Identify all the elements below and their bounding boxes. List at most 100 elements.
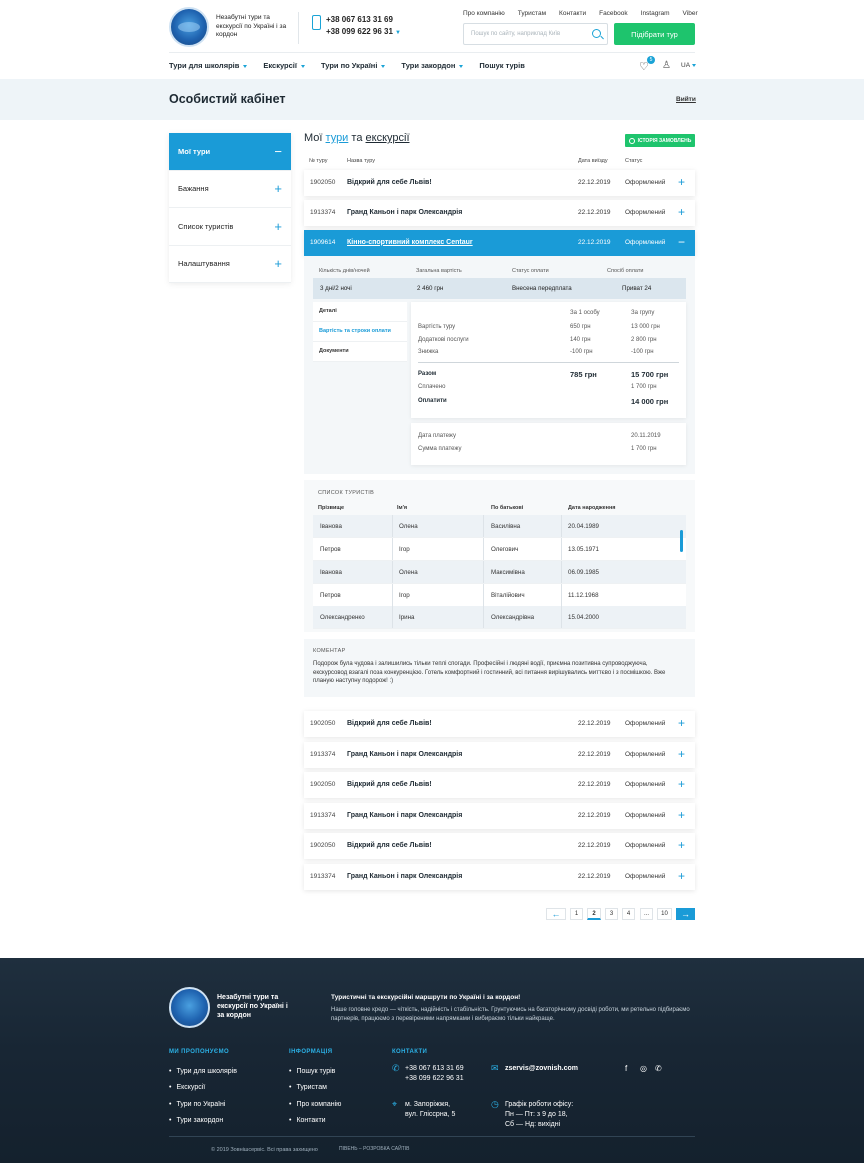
plus-icon[interactable]: + bbox=[678, 808, 685, 822]
footer-email[interactable]: zservis@zovnish.com bbox=[505, 1064, 578, 1074]
main-nav: Тури для школярів Екскурсії Тури по Укра… bbox=[169, 61, 525, 70]
nav-item-ukraine[interactable]: Тури по Україні bbox=[321, 61, 386, 70]
footer-logo[interactable] bbox=[169, 987, 210, 1028]
logout-link[interactable]: Вийти bbox=[676, 96, 696, 103]
tab-documents[interactable]: Документи bbox=[313, 342, 407, 362]
tourist-row[interactable]: Петров Ігор Олегович 13.05.1971 bbox=[313, 538, 686, 561]
summary-value: 3 дні/2 ночі bbox=[320, 285, 352, 292]
tour-row[interactable]: 1902050 Відкрий для себе Львів! 22.12.2019… bbox=[304, 833, 695, 859]
tours-link[interactable]: тури bbox=[326, 132, 349, 144]
logo[interactable] bbox=[169, 7, 209, 47]
footer-link[interactable]: Тури для школярів bbox=[169, 1068, 237, 1075]
footer-link[interactable]: Про компанію bbox=[289, 1101, 341, 1108]
tour-date: 22.12.2019 bbox=[578, 179, 611, 186]
summary-value: 2 460 грн bbox=[417, 285, 444, 292]
nav-item-school[interactable]: Тури для школярів bbox=[169, 61, 248, 70]
plus-icon: + bbox=[274, 181, 282, 197]
page-2[interactable]: 2 bbox=[587, 908, 601, 920]
footer-link[interactable]: Пошук турів bbox=[289, 1068, 335, 1075]
phone-1[interactable]: +38 067 613 31 69 bbox=[326, 14, 401, 26]
tab-price[interactable]: Вартість та строки оплати bbox=[313, 322, 407, 342]
top-link-contacts[interactable]: Контакти bbox=[559, 10, 586, 17]
excursions-link[interactable]: екскурсії bbox=[366, 132, 410, 144]
tour-name[interactable]: Кінно-спортивний комплекс Centaur bbox=[347, 239, 473, 246]
plus-icon[interactable]: + bbox=[678, 747, 685, 761]
order-history-button[interactable]: ІСТОРІЯ ЗАМОВЛЕНЬ bbox=[625, 134, 695, 147]
user-icon[interactable]: ♙ bbox=[662, 60, 671, 71]
pay-sum-label: Сумма платежу bbox=[418, 446, 462, 452]
price-label: Вартість туру bbox=[418, 324, 456, 330]
plus-icon[interactable]: + bbox=[678, 869, 685, 883]
tour-status: Оформлений bbox=[625, 239, 666, 246]
viber-icon[interactable]: ✆ bbox=[655, 1064, 662, 1073]
footer-phone-1[interactable]: +38 067 613 31 69 bbox=[405, 1064, 464, 1074]
developer-link[interactable]: ПІВЕНЬ – РОЗРОБКА САЙТІВ bbox=[339, 1146, 409, 1152]
comment-title: КОМЕНТАР bbox=[313, 648, 346, 654]
prev-page-arrow-icon[interactable]: ← bbox=[546, 908, 566, 920]
sidebar-item-my-tours[interactable]: Мої тури − bbox=[169, 133, 291, 171]
search-input[interactable]: Пошук по сайту, наприклад Київ bbox=[463, 23, 608, 45]
footer-address: м. Запоріжжя, вул. Гліссрна, 5 bbox=[405, 1101, 456, 1119]
col-header-status: Статус bbox=[625, 158, 643, 164]
plus-icon[interactable]: + bbox=[678, 777, 685, 791]
footer-link[interactable]: Тури закордон bbox=[169, 1117, 223, 1124]
page-4[interactable]: 4 bbox=[622, 908, 635, 920]
tourist-row[interactable]: Іванова Олена Василівна 20.04.1989 bbox=[313, 515, 686, 538]
tourist-col-header: Ім'я bbox=[397, 505, 408, 511]
footer-link[interactable]: Тури по Україні bbox=[169, 1101, 225, 1108]
tour-row[interactable]: 1913374 Гранд Каньон і парк Олександрія 22… bbox=[304, 803, 695, 829]
page-10[interactable]: 10 bbox=[657, 908, 672, 920]
footer-link[interactable]: Контакти bbox=[289, 1117, 325, 1124]
plus-icon[interactable]: + bbox=[678, 175, 685, 189]
footer-phone-2[interactable]: +38 099 622 96 31 bbox=[405, 1074, 464, 1084]
tour-row[interactable]: 1913374 Гранд Каньон і парк Олександрія 22… bbox=[304, 864, 695, 890]
scrollbar[interactable] bbox=[680, 530, 683, 552]
tour-row[interactable]: 1902050 Відкрий для себе Львів! 22.12.20… bbox=[304, 170, 695, 196]
tab-details[interactable]: Деталі bbox=[313, 302, 407, 322]
top-link-facebook[interactable]: Facebook bbox=[599, 10, 628, 17]
instagram-icon[interactable]: ◎ bbox=[640, 1064, 647, 1073]
nav-item-search[interactable]: Пошук турів bbox=[479, 61, 524, 70]
page-1[interactable]: 1 bbox=[570, 908, 583, 920]
wishlist-badge: 5 bbox=[647, 56, 655, 64]
sidebar-item-tourists[interactable]: Список туристів + bbox=[169, 208, 291, 246]
tour-row[interactable]: 1913374 Гранд Каньон і парк Олександрія 22… bbox=[304, 742, 695, 768]
chevron-down-icon[interactable]: ▼ bbox=[395, 30, 401, 36]
tour-row[interactable]: 1902050 Відкрий для себе Львів! 22.12.2019… bbox=[304, 772, 695, 798]
phone-2[interactable]: +38 099 622 96 31 bbox=[326, 27, 393, 36]
sidebar-item-settings[interactable]: Налаштування + bbox=[169, 246, 291, 283]
tourist-row[interactable]: Іванова Олена Максимівна 06.09.1985 bbox=[313, 561, 686, 584]
pay-date-label: Дата платежу bbox=[418, 433, 456, 439]
footer-link[interactable]: Туристам bbox=[289, 1084, 326, 1091]
top-link-viber[interactable]: Viber bbox=[683, 10, 698, 17]
tour-row-expanded[interactable]: 1909614 Кінно-спортивний комплекс Centau… bbox=[304, 230, 695, 256]
plus-icon[interactable]: + bbox=[678, 205, 685, 219]
plus-icon[interactable]: + bbox=[678, 716, 685, 730]
plus-icon: + bbox=[274, 256, 282, 272]
facebook-icon[interactable]: f bbox=[625, 1064, 627, 1073]
top-link-tourists[interactable]: Туристам bbox=[518, 10, 546, 17]
tourist-row[interactable]: Петров Ігор Віталійович 11.12.1968 bbox=[313, 584, 686, 607]
summary-header: Кількість днів/ночей bbox=[319, 268, 370, 274]
location-icon: ⌖ bbox=[392, 1099, 398, 1109]
price-label: Додаткові послуги bbox=[418, 337, 469, 343]
minus-icon: − bbox=[274, 143, 282, 159]
nav-item-excursions[interactable]: Екскурсії bbox=[263, 61, 305, 70]
pick-tour-button[interactable]: Підібрати тур bbox=[614, 23, 695, 45]
language-select[interactable]: UA bbox=[681, 62, 697, 69]
minus-icon[interactable]: − bbox=[678, 235, 685, 249]
top-link-about[interactable]: Про компанію bbox=[463, 10, 505, 17]
top-link-instagram[interactable]: Instagram bbox=[641, 10, 670, 17]
tour-row[interactable]: 1913374 Гранд Каньон і парк Олександрія … bbox=[304, 200, 695, 226]
page-3[interactable]: 3 bbox=[605, 908, 618, 920]
sidebar-item-wishes[interactable]: Бажання + bbox=[169, 171, 291, 208]
total-one: 785 грн bbox=[570, 370, 597, 379]
tourist-row[interactable]: Олександренко Ірина Олександрівна 15.04.200… bbox=[313, 606, 686, 629]
next-page-arrow-icon[interactable]: → bbox=[676, 908, 695, 920]
plus-icon[interactable]: + bbox=[678, 838, 685, 852]
nav-item-abroad[interactable]: Тури закордон bbox=[401, 61, 464, 70]
footer-link[interactable]: Екскурсії bbox=[169, 1084, 205, 1091]
divider bbox=[169, 52, 695, 53]
search-icon[interactable] bbox=[592, 29, 601, 38]
tour-row[interactable]: 1902050 Відкрий для себе Львів! 22.12.2019… bbox=[304, 711, 695, 737]
